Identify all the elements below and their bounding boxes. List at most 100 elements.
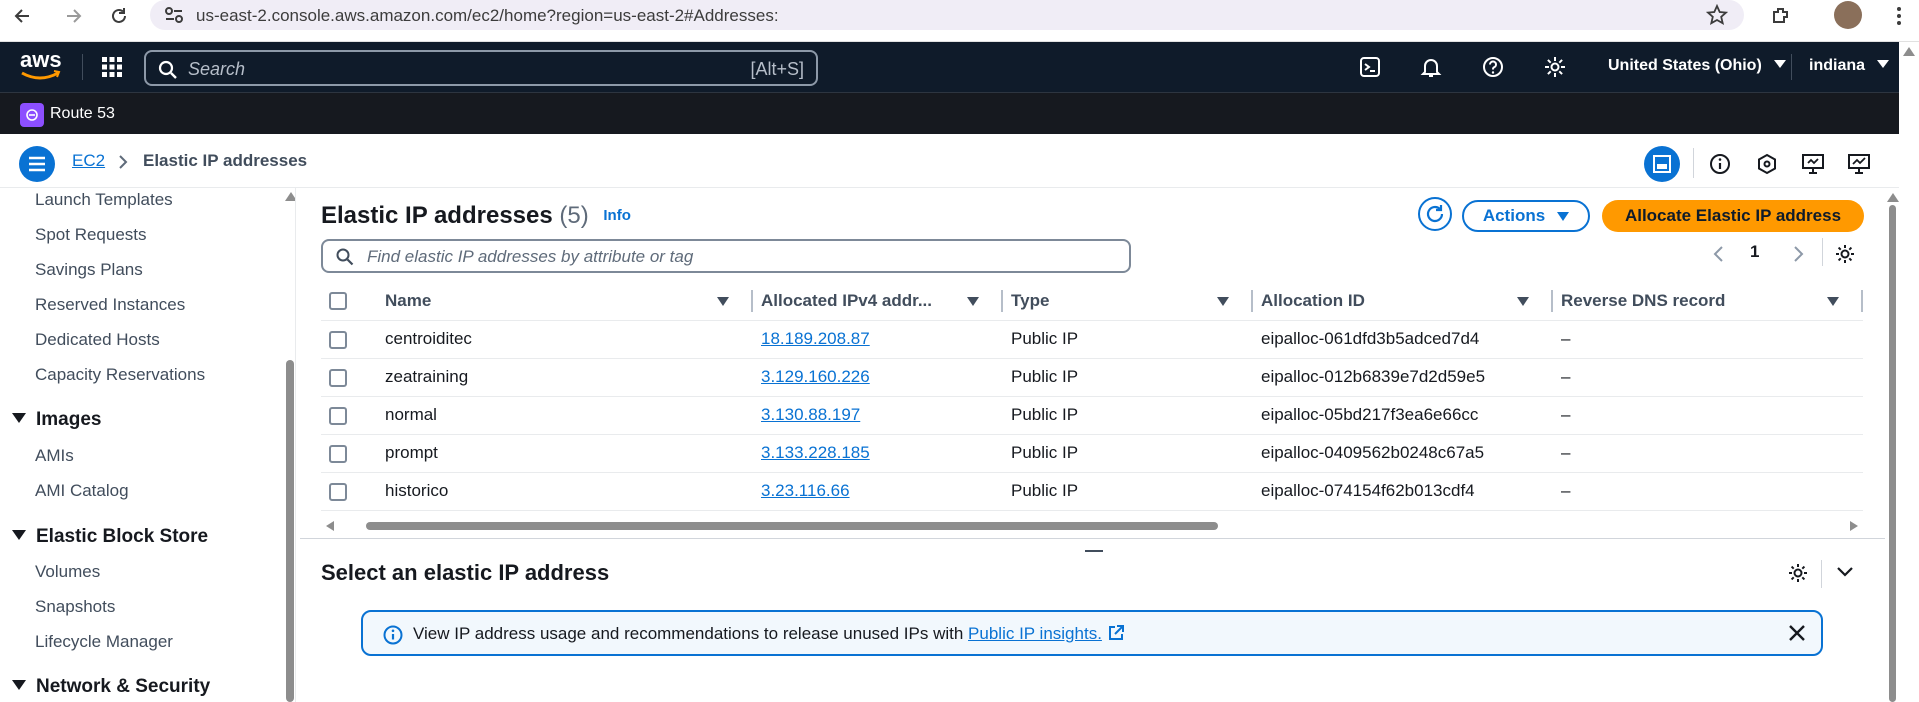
settings-gear-icon[interactable] bbox=[1542, 54, 1568, 80]
url-text: us-east-2.console.aws.amazon.com/ec2/hom… bbox=[196, 6, 779, 25]
sidebar-item-spot-requests[interactable]: Spot Requests bbox=[35, 225, 147, 245]
split-panel-settings-icon[interactable] bbox=[1787, 562, 1809, 584]
back-icon[interactable] bbox=[10, 3, 36, 29]
close-icon[interactable] bbox=[1788, 624, 1806, 642]
sidebar-item-savings-plans[interactable]: Savings Plans bbox=[35, 260, 143, 280]
nav-divider bbox=[82, 54, 83, 80]
row-checkbox[interactable] bbox=[329, 444, 347, 463]
breadcrumb: EC2 Elastic IP addresses bbox=[0, 134, 1899, 188]
star-icon[interactable] bbox=[1706, 4, 1728, 26]
caret-down-icon bbox=[12, 680, 26, 690]
aws-logo[interactable]: aws bbox=[20, 49, 62, 80]
select-all-checkbox[interactable] bbox=[329, 292, 347, 311]
split-panel-resize-handle[interactable] bbox=[1085, 550, 1103, 552]
sidebar-item-ami-catalog[interactable]: AMI Catalog bbox=[35, 481, 129, 501]
sidebar-section-images[interactable]: Images bbox=[12, 409, 101, 431]
table-horizontal-scrollbar[interactable] bbox=[321, 518, 1863, 532]
row-checkbox[interactable] bbox=[329, 368, 347, 387]
sidebar-scroll-thumb[interactable] bbox=[286, 360, 294, 702]
user-menu[interactable]: indiana bbox=[1809, 57, 1890, 75]
split-panel-icon[interactable] bbox=[1644, 146, 1680, 182]
ip-link[interactable]: 18.189.208.87 bbox=[761, 329, 870, 348]
filter-input[interactable]: Find elastic IP addresses by attribute o… bbox=[321, 239, 1131, 273]
sidebar-section-network-security[interactable]: Network & Security bbox=[12, 676, 210, 698]
column-header-allocation-id[interactable]: Allocation ID bbox=[1253, 282, 1553, 321]
next-page-icon[interactable] bbox=[1793, 245, 1805, 263]
sidebar-item-capacity-reservations[interactable]: Capacity Reservations bbox=[35, 365, 205, 385]
row-checkbox[interactable] bbox=[329, 330, 347, 349]
extensions-icon[interactable] bbox=[1768, 3, 1794, 29]
info-icon[interactable] bbox=[1703, 147, 1737, 181]
prev-page-icon[interactable] bbox=[1712, 245, 1724, 263]
sort-caret-icon[interactable] bbox=[967, 297, 979, 306]
page-scrollbar[interactable] bbox=[1899, 42, 1919, 702]
column-header-reverse-dns[interactable]: Reverse DNS record bbox=[1553, 282, 1863, 321]
column-resizer[interactable] bbox=[1861, 290, 1863, 312]
ip-link[interactable]: 3.133.228.185 bbox=[761, 443, 870, 462]
horizontal-scroll-thumb[interactable] bbox=[366, 522, 1218, 530]
route53-icon[interactable] bbox=[20, 103, 44, 127]
column-header-name[interactable]: Name bbox=[377, 282, 753, 321]
sidebar-item-snapshots[interactable]: Snapshots bbox=[35, 597, 115, 617]
sort-caret-icon[interactable] bbox=[1827, 297, 1839, 306]
monitor-icon[interactable] bbox=[1796, 147, 1830, 181]
ip-link[interactable]: 3.130.88.197 bbox=[761, 405, 860, 424]
scroll-right-arrow-icon[interactable] bbox=[1850, 521, 1858, 531]
cell-reverse-dns: – bbox=[1553, 434, 1863, 473]
address-bar[interactable]: us-east-2.console.aws.amazon.com/ec2/hom… bbox=[150, 0, 1744, 30]
site-info-icon[interactable] bbox=[164, 6, 184, 24]
actions-button[interactable]: Actions bbox=[1462, 200, 1590, 232]
cloudshell-icon[interactable] bbox=[1357, 54, 1383, 80]
sidebar-item-lifecycle-manager[interactable]: Lifecycle Manager bbox=[35, 632, 173, 652]
kebab-menu-icon[interactable] bbox=[1886, 3, 1912, 29]
scroll-up-arrow-icon[interactable] bbox=[285, 192, 295, 201]
sidebar-item-volumes[interactable]: Volumes bbox=[35, 562, 100, 582]
table-row[interactable]: historico 3.23.116.66 Public IP eipalloc… bbox=[321, 472, 1863, 511]
reload-icon[interactable] bbox=[106, 3, 132, 29]
scroll-up-arrow-icon[interactable] bbox=[1903, 47, 1915, 56]
sort-caret-icon[interactable] bbox=[1217, 297, 1229, 306]
row-checkbox[interactable] bbox=[329, 482, 347, 501]
ip-link[interactable]: 3.23.116.66 bbox=[761, 481, 850, 500]
table-row[interactable]: normal 3.130.88.197 Public IP eipalloc-0… bbox=[321, 396, 1863, 435]
current-page[interactable]: 1 bbox=[1750, 242, 1759, 262]
scroll-left-arrow-icon[interactable] bbox=[326, 521, 334, 531]
row-checkbox[interactable] bbox=[329, 406, 347, 425]
info-link[interactable]: Info bbox=[603, 207, 631, 224]
column-header-type[interactable]: Type bbox=[1003, 282, 1253, 321]
breadcrumb-ec2[interactable]: EC2 bbox=[72, 151, 105, 171]
table-settings-icon[interactable] bbox=[1834, 243, 1856, 265]
table-row[interactable]: prompt 3.133.228.185 Public IP eipalloc-… bbox=[321, 434, 1863, 473]
profile-avatar[interactable] bbox=[1834, 1, 1862, 29]
external-link-icon[interactable] bbox=[1107, 624, 1125, 642]
sort-caret-icon[interactable] bbox=[717, 297, 729, 306]
sidebar-item-reserved-instances[interactable]: Reserved Instances bbox=[35, 295, 185, 315]
allocate-eip-button[interactable]: Allocate Elastic IP address bbox=[1602, 200, 1864, 232]
column-header-ipv4[interactable]: Allocated IPv4 addr... bbox=[753, 282, 1003, 321]
sort-caret-icon[interactable] bbox=[1517, 297, 1529, 306]
bell-icon[interactable] bbox=[1418, 54, 1444, 80]
sidebar-item-dedicated-hosts[interactable]: Dedicated Hosts bbox=[35, 330, 160, 350]
sidebar-item-amis[interactable]: AMIs bbox=[35, 446, 74, 466]
services-grid-icon[interactable] bbox=[99, 54, 125, 80]
sidebar-item-launch-templates[interactable]: Launch Templates bbox=[35, 190, 173, 210]
table-row[interactable]: centroiditec 18.189.208.87 Public IP eip… bbox=[321, 320, 1863, 359]
hamburger-menu-icon[interactable] bbox=[19, 146, 55, 182]
scroll-up-arrow-icon[interactable] bbox=[1887, 193, 1899, 202]
security-hub-icon[interactable] bbox=[1750, 147, 1784, 181]
table-row[interactable]: zeatraining 3.129.160.226 Public IP eipa… bbox=[321, 358, 1863, 397]
help-icon[interactable] bbox=[1480, 54, 1506, 80]
column-header-label: Type bbox=[1011, 290, 1050, 310]
favorite-route53[interactable]: Route 53 bbox=[50, 105, 115, 123]
public-ip-insights-link[interactable]: Public IP insights. bbox=[968, 624, 1102, 643]
forward-icon[interactable] bbox=[60, 3, 86, 29]
region-selector[interactable]: United States (Ohio) bbox=[1608, 57, 1787, 75]
refresh-button[interactable] bbox=[1418, 197, 1452, 231]
search-input[interactable]: Search [Alt+S] bbox=[144, 50, 818, 86]
main-scroll-thumb[interactable] bbox=[1889, 205, 1896, 702]
screen-chart-icon[interactable] bbox=[1842, 147, 1876, 181]
chevron-down-icon[interactable] bbox=[1836, 566, 1854, 578]
ip-link[interactable]: 3.129.160.226 bbox=[761, 367, 870, 386]
breadcrumb-current: Elastic IP addresses bbox=[143, 151, 308, 170]
sidebar-section-elastic-block-store[interactable]: Elastic Block Store bbox=[12, 526, 208, 548]
